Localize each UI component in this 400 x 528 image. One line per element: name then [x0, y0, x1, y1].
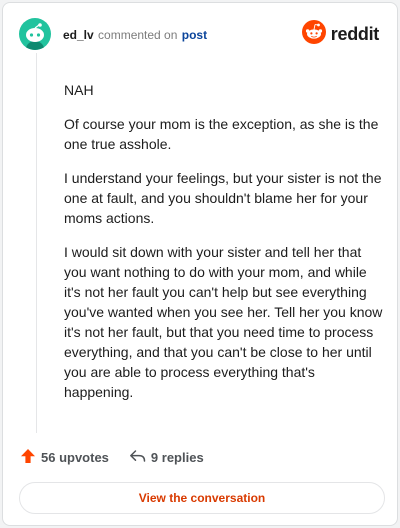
reddit-wordmark: reddit [330, 23, 380, 44]
reddit-brand[interactable]: reddit [301, 19, 380, 49]
comment-actions: 56 upvotes 9 replies [20, 447, 204, 467]
comment-paragraph: I understand your feelings, but your sis… [64, 170, 382, 226]
comment-paragraph: I would sit down with your sister and te… [64, 244, 383, 400]
replies-button[interactable]: 9 replies [129, 448, 204, 467]
post-link[interactable]: post [182, 28, 207, 42]
comment-body: NAH Of course your mom is the exception,… [64, 80, 384, 416]
commented-on-text: commented on [98, 28, 178, 42]
username[interactable]: ed_lv [63, 28, 94, 42]
thread-line [36, 53, 37, 433]
upvote-count: 56 upvotes [41, 449, 109, 465]
snoo-avatar-icon[interactable] [19, 18, 51, 50]
upvote-arrow-icon [20, 448, 41, 467]
upvote-button[interactable]: 56 upvotes [20, 448, 109, 467]
comment-paragraph: Of course your mom is the exception, as … [64, 116, 379, 152]
view-conversation-button[interactable]: View the conversation [19, 482, 385, 514]
comment-header: ed_lv commented on post reddit [19, 18, 381, 54]
view-conversation-label: View the conversation [138, 491, 266, 505]
reply-arrow-icon [129, 448, 151, 467]
replies-count: 9 replies [150, 449, 204, 465]
comment-card: ed_lv commented on post reddit NAH Of co… [2, 2, 398, 526]
comment-meta: ed_lv commented on post [63, 28, 207, 42]
comment-paragraph: NAH [64, 82, 94, 98]
reddit-logo-icon [301, 19, 326, 49]
